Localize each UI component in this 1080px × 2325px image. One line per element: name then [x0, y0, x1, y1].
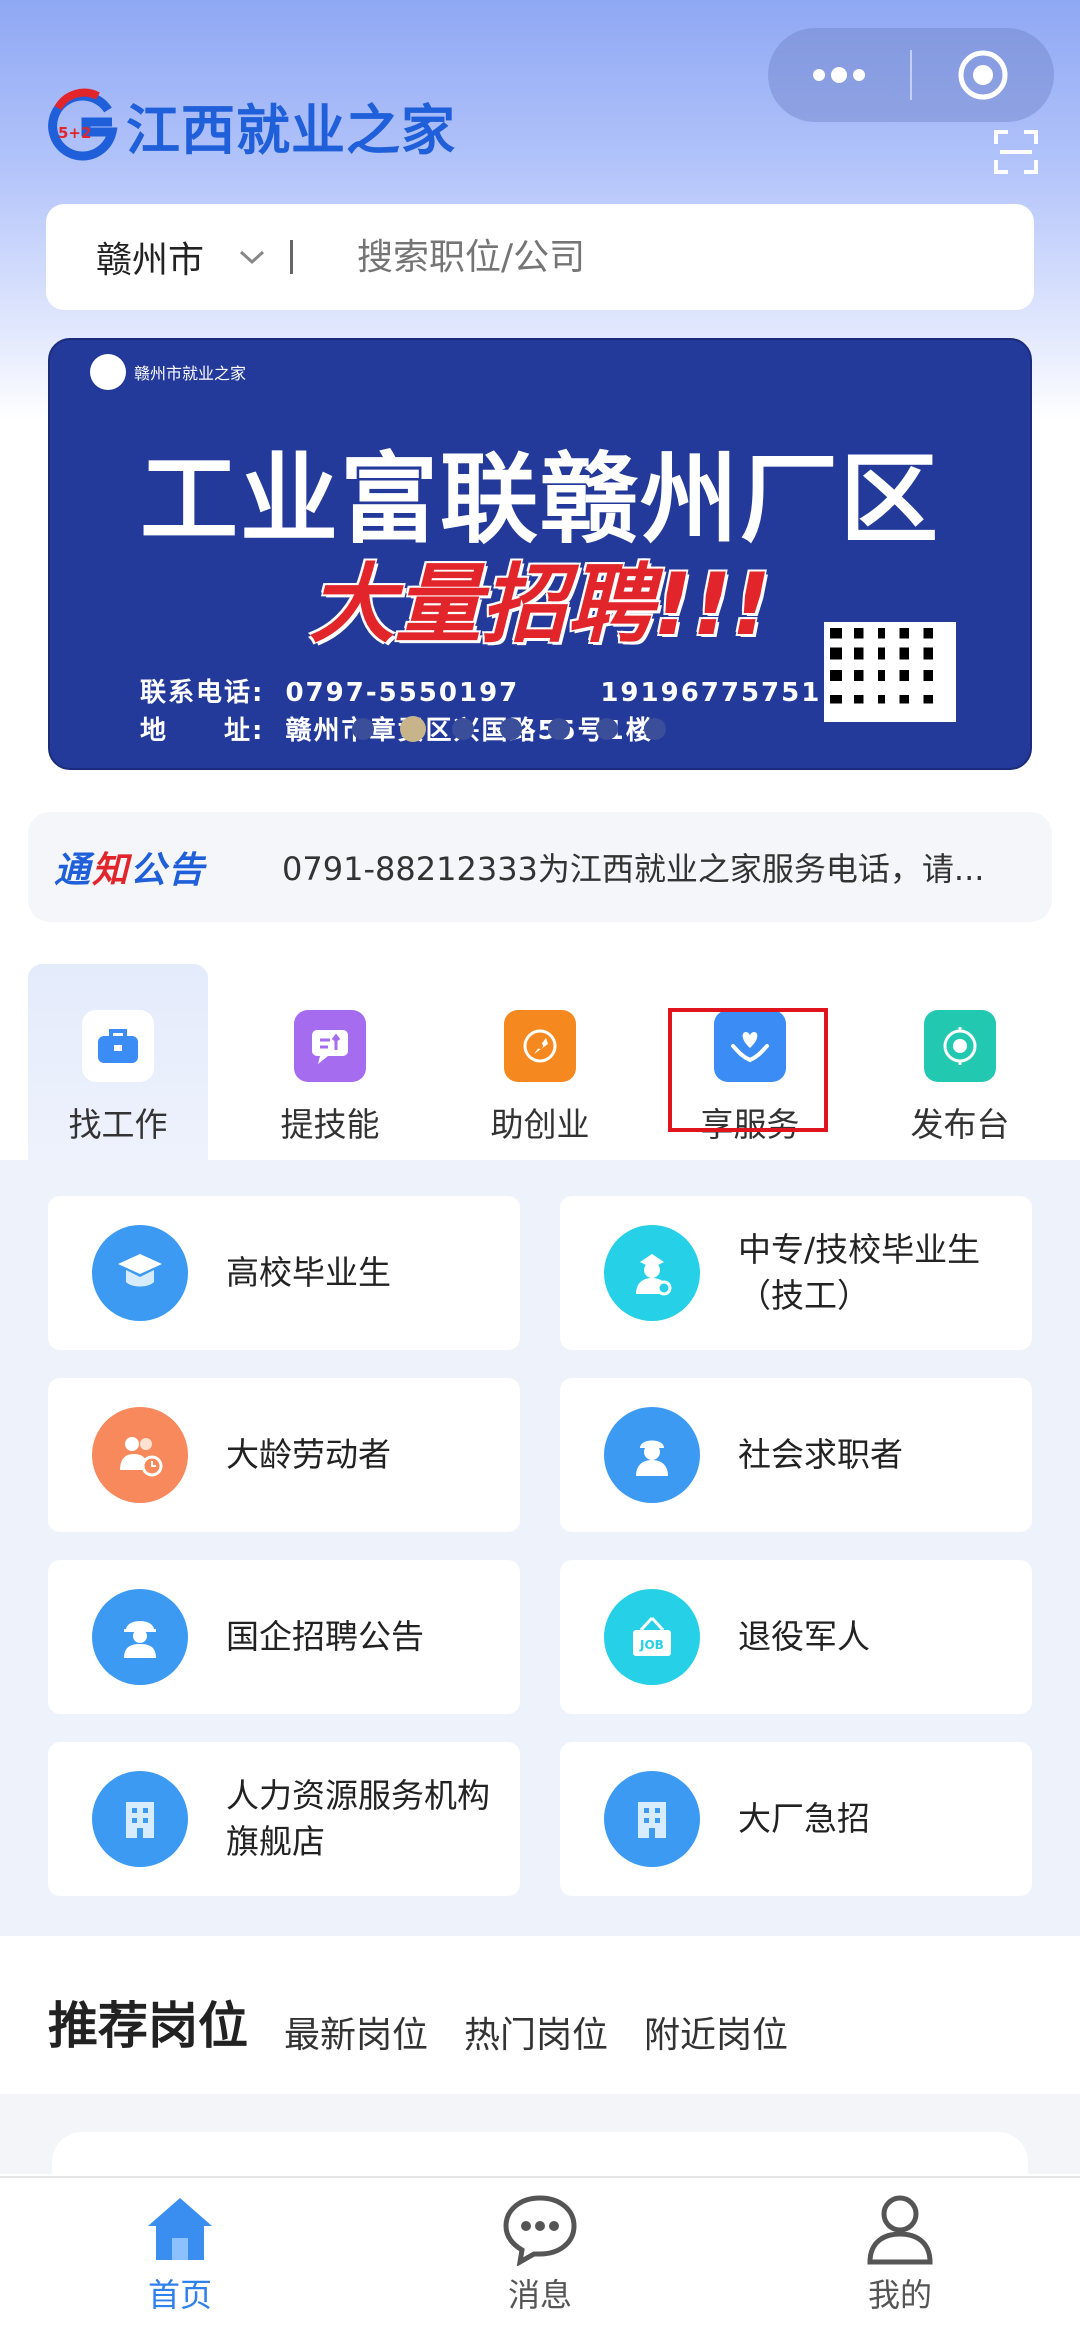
search-bar: 赣州市: [46, 204, 1034, 310]
more-dots-icon: [813, 67, 865, 83]
tab-nearby-positions[interactable]: 附近岗位: [644, 2006, 788, 2058]
svg-text:5+2: 5+2: [58, 124, 91, 142]
banner-address-label: 地 址:: [140, 716, 265, 746]
search-input[interactable]: [357, 236, 918, 278]
tab-find-job[interactable]: 找工作: [28, 964, 208, 1160]
building-icon: [92, 1771, 188, 1867]
tab-label: 找工作: [68, 1105, 168, 1144]
carousel-dot[interactable]: [644, 718, 666, 740]
card-label: 大龄劳动者: [226, 1435, 391, 1474]
banner-phone-2: 19196775751: [600, 678, 822, 708]
elderly-clock-icon: [92, 1407, 188, 1503]
tab-latest-positions[interactable]: 最新岗位: [284, 2006, 428, 2058]
logo-mark-icon: 5+2: [46, 88, 122, 164]
carousel-dot[interactable]: [596, 718, 618, 740]
tab-improve-skills[interactable]: 提技能: [240, 964, 420, 1160]
app-logo: 5+2 江西就业之家: [46, 86, 456, 165]
tab-home[interactable]: 首页: [60, 2178, 300, 2325]
card-label: 人力资源服务机构旗舰店: [226, 1776, 490, 1861]
skill-chat-icon: [294, 1010, 366, 1082]
carousel-dot[interactable]: [352, 718, 374, 740]
card-veterans[interactable]: JOB 退役军人: [560, 1560, 1032, 1714]
target-icon: [924, 1010, 996, 1082]
card-label: 社会求职者: [738, 1435, 903, 1474]
graduate-icon: [92, 1225, 188, 1321]
svg-text:JOB: JOB: [639, 1638, 664, 1652]
close-miniprogram-button[interactable]: [912, 28, 1054, 122]
card-big-factory-hiring[interactable]: 大厂急招: [560, 1742, 1032, 1896]
tab-profile[interactable]: 我的: [780, 2178, 1020, 2325]
search-divider: [290, 240, 294, 274]
scan-icon: [994, 130, 1038, 174]
tab-label: 提技能: [280, 1105, 380, 1144]
message-icon: [503, 2195, 577, 2266]
app-title: 江西就业之家: [126, 99, 456, 162]
target-close-icon: [958, 50, 1008, 100]
card-label: 中专/技校毕业生（技工）: [738, 1230, 981, 1315]
briefcase-icon: [82, 1010, 154, 1082]
banner-qr-code: [824, 622, 956, 722]
card-hr-flagship-stores[interactable]: 人力资源服务机构旗舰店: [48, 1742, 520, 1896]
notice-bar[interactable]: 通知公告 0791-88212333为江西就业之家服务电话，请...: [28, 812, 1052, 922]
building-icon: [604, 1771, 700, 1867]
bottom-tab-bar: 首页 消息 我的: [0, 2176, 1080, 2325]
notice-text: 0791-88212333为江西就业之家服务电话，请...: [282, 850, 985, 888]
recommend-heading: 推荐岗位: [48, 1997, 248, 2055]
job-sign-icon: JOB: [604, 1589, 700, 1685]
miniprogram-capsule: [768, 28, 1054, 122]
tab-label: 发布台: [910, 1105, 1010, 1144]
card-label: 大厂急招: [738, 1799, 870, 1838]
profile-icon: [867, 2195, 933, 2265]
highlight-box: [668, 1008, 828, 1132]
home-icon: [148, 2198, 212, 2260]
carousel-indicator: [352, 716, 692, 742]
tab-messages[interactable]: 消息: [420, 2178, 660, 2325]
banner-phone-label: 联系电话:: [140, 678, 265, 708]
banner-phone-1: 0797-5550197: [285, 678, 520, 708]
tab-label: 我的: [867, 2276, 932, 2314]
carousel-dot-active[interactable]: [400, 716, 426, 742]
scan-button[interactable]: [994, 130, 1038, 174]
card-label: 国企招聘公告: [226, 1617, 424, 1656]
card-label: 高校毕业生: [226, 1253, 391, 1292]
chevron-down-icon[interactable]: [238, 248, 266, 266]
rocket-icon: [504, 1010, 576, 1082]
banner-org-logo-icon: [90, 354, 126, 390]
notice-tag: 通知公告: [54, 850, 207, 891]
banner-org-name: 赣州市就业之家: [134, 364, 247, 383]
tab-entrepreneurship[interactable]: 助创业: [450, 964, 630, 1160]
tab-label: 首页: [147, 2276, 212, 2314]
city-selector[interactable]: 赣州市: [96, 231, 204, 283]
card-job-seekers[interactable]: 社会求职者: [560, 1378, 1032, 1532]
tab-publish[interactable]: 发布台: [870, 964, 1050, 1160]
card-label: 退役军人: [738, 1617, 870, 1656]
card-older-workers[interactable]: 大龄劳动者: [48, 1378, 520, 1532]
carousel-dot[interactable]: [452, 718, 474, 740]
worker-icon: [604, 1407, 700, 1503]
card-technical-graduates[interactable]: 中专/技校毕业生（技工）: [560, 1196, 1032, 1350]
job-category-grid: 高校毕业生 中专/技校毕业生（技工） 大龄劳动者 社会求职者 国企招聘公告 JO…: [0, 1160, 1080, 1936]
tab-label: 消息: [507, 2276, 572, 2314]
banner-carousel[interactable]: 赣州市就业之家 工业富联赣州厂区 大量招聘!!! 联系电话: 0797-5550…: [48, 338, 1032, 770]
recommend-section: 推荐岗位 最新岗位 热门岗位 附近岗位: [48, 1986, 788, 2058]
banner-org: 赣州市就业之家: [90, 354, 246, 390]
card-soe-recruitment[interactable]: 国企招聘公告: [48, 1560, 520, 1714]
carousel-dot[interactable]: [548, 718, 570, 740]
technician-icon: [604, 1225, 700, 1321]
more-menu-button[interactable]: [768, 28, 910, 122]
banner-phone-line: 联系电话: 0797-5550197 19196775751: [140, 672, 821, 709]
job-list-area: [0, 2094, 1080, 2192]
carousel-dot[interactable]: [500, 718, 522, 740]
tab-hot-positions[interactable]: 热门岗位: [464, 2006, 608, 2058]
tab-label: 助创业: [490, 1105, 590, 1144]
card-college-graduates[interactable]: 高校毕业生: [48, 1196, 520, 1350]
category-tabs: 找工作 提技能 助创业 享服务 发布台: [0, 964, 1080, 1160]
engineer-icon: [92, 1589, 188, 1685]
